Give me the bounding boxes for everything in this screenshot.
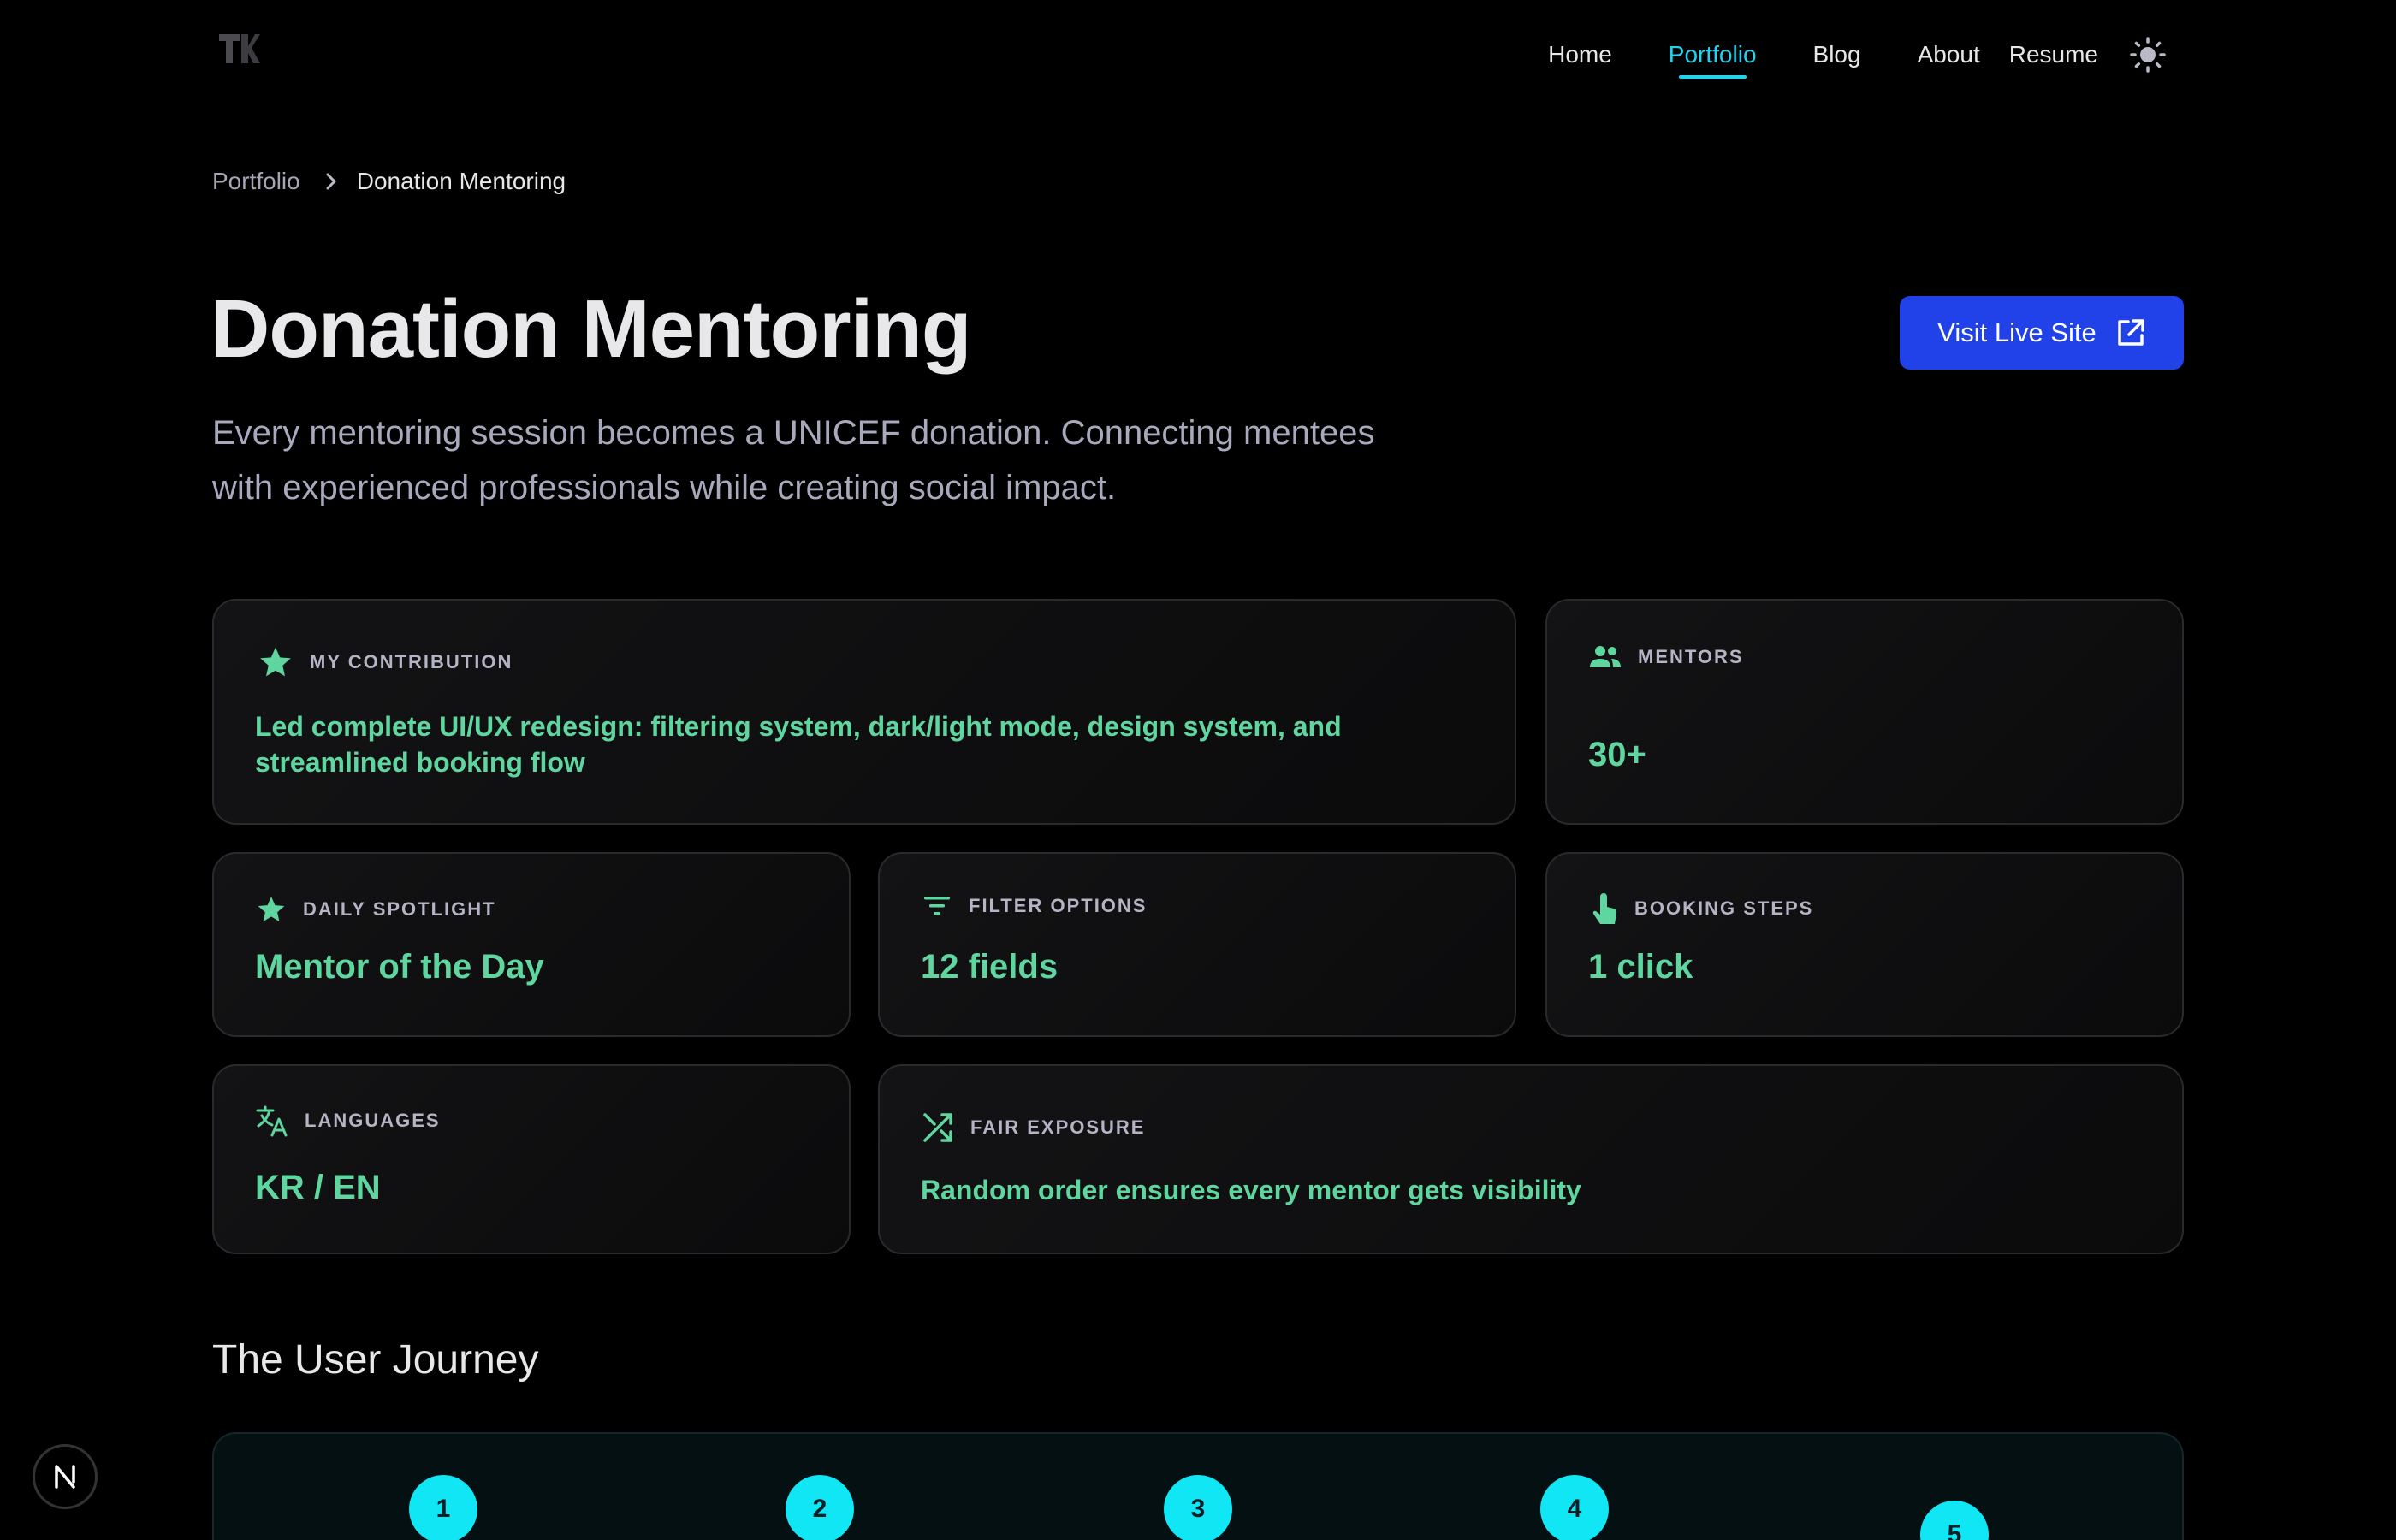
spotlight-label-text: DAILY SPOTLIGHT — [303, 898, 496, 920]
user-journey-panel: 1 2 3 4 5 — [212, 1432, 2184, 1540]
star-icon — [257, 643, 294, 681]
contribution-value: Led complete UI/UX redesign: filtering s… — [255, 711, 1342, 778]
filters-value: 12 fields — [921, 948, 1059, 986]
breadcrumb-portfolio-link[interactable]: Portfolio — [212, 168, 300, 195]
journey-step: 1 — [409, 1475, 477, 1540]
journey-step: 3 — [1164, 1475, 1232, 1540]
contribution-label: MY CONTRIBUTION — [257, 643, 513, 681]
nav-blog[interactable]: Blog — [1813, 41, 1861, 68]
booking-label-text: BOOKING STEPS — [1634, 897, 1814, 919]
visit-live-site-button[interactable]: Visit Live Site — [1900, 296, 2184, 370]
filter-icon — [921, 893, 953, 919]
visit-live-site-label: Visit Live Site — [1937, 317, 2096, 347]
journey-step: 2 — [786, 1475, 854, 1540]
nav-about[interactable]: About — [1918, 41, 1980, 68]
filters-label: FILTER OPTIONS — [921, 893, 1147, 919]
star-icon — [255, 893, 288, 926]
breadcrumb-current: Donation Mentoring — [356, 168, 566, 194]
page-title: Donation Mentoring — [211, 283, 972, 375]
contribution-card: MY CONTRIBUTION Led complete UI/UX redes… — [212, 599, 1516, 825]
user-journey-title: The User Journey — [212, 1337, 539, 1383]
contribution-label-text: MY CONTRIBUTION — [310, 651, 513, 672]
framework-badge-button[interactable] — [33, 1444, 98, 1509]
exposure-label-text: FAIR EXPOSURE — [970, 1116, 1146, 1138]
theme-toggle-button[interactable] — [2126, 33, 2170, 77]
spotlight-label: DAILY SPOTLIGHT — [255, 893, 496, 926]
chevron-right-icon — [324, 171, 338, 192]
sun-icon — [2130, 37, 2166, 73]
filters-card: FILTER OPTIONS 12 fields — [878, 852, 1516, 1037]
languages-value: KR / EN — [255, 1169, 381, 1206]
nav-portfolio[interactable]: Portfolio — [1669, 41, 1757, 79]
nav-resume[interactable]: Resume — [2009, 41, 2098, 68]
shuffle-icon — [921, 1111, 955, 1145]
nav-home[interactable]: Home — [1548, 41, 1612, 68]
journey-step: 5 — [1920, 1501, 1989, 1540]
mentors-label: MENTORS — [1588, 643, 1744, 671]
exposure-value: Random order ensures every mentor gets v… — [921, 1175, 1581, 1205]
people-icon — [1588, 643, 1622, 671]
site-logo[interactable] — [217, 31, 260, 65]
booking-card: BOOKING STEPS 1 click — [1545, 852, 2184, 1037]
booking-value: 1 click — [1588, 948, 1693, 986]
filters-label-text: FILTER OPTIONS — [969, 895, 1148, 916]
languages-card: LANGUAGES KR / EN — [212, 1064, 851, 1254]
spotlight-card: DAILY SPOTLIGHT Mentor of the Day — [212, 852, 851, 1037]
page: Home Portfolio Blog About Resume Portfol… — [0, 0, 2396, 1540]
mentors-card: MENTORS 30+ — [1545, 599, 2184, 825]
languages-label: LANGUAGES — [255, 1104, 441, 1138]
breadcrumb: Portfolio Donation Mentoring — [212, 168, 566, 195]
main-nav: Home Portfolio Blog About Resume — [1548, 29, 2170, 80]
page-subtitle: Every mentoring session becomes a UNICEF… — [212, 414, 1375, 506]
booking-label: BOOKING STEPS — [1588, 891, 1813, 926]
translate-icon — [255, 1104, 289, 1138]
journey-step: 4 — [1540, 1475, 1609, 1540]
exposure-label: FAIR EXPOSURE — [921, 1111, 1145, 1145]
exposure-card: FAIR EXPOSURE Random order ensures every… — [878, 1064, 2184, 1254]
touch-icon — [1588, 891, 1619, 926]
mentors-label-text: MENTORS — [1638, 646, 1744, 667]
mentors-value: 30+ — [1588, 736, 1646, 773]
languages-label-text: LANGUAGES — [305, 1110, 441, 1131]
external-link-icon — [2118, 319, 2144, 346]
n-logo-icon — [55, 1465, 75, 1489]
spotlight-value: Mentor of the Day — [255, 948, 544, 986]
